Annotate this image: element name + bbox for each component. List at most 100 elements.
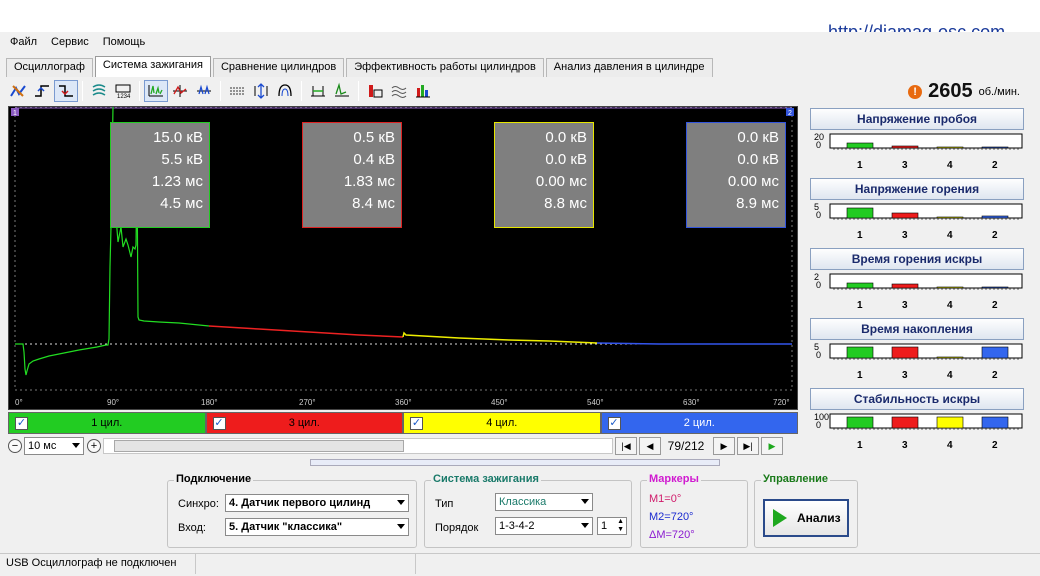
bar-chart-button[interactable] <box>411 80 435 102</box>
spark-analysis-button[interactable] <box>330 80 354 102</box>
cylinder-2-bar <box>981 286 1009 289</box>
first-page-button[interactable]: |◀ <box>615 437 637 455</box>
dwell-time-value: 8.9 мс <box>736 195 779 212</box>
cylinder-2-checkbox[interactable]: ✓ <box>607 416 621 430</box>
firing-order-button[interactable]: 1234 <box>111 80 135 102</box>
input-select[interactable]: 5. Датчик "классика" <box>225 518 409 536</box>
cylinder-2-toggle[interactable]: ✓ 2 цил. <box>600 412 798 434</box>
envelope-button[interactable] <box>273 80 297 102</box>
graph-y-min: 0 <box>816 350 821 360</box>
cylinder-3-checkbox[interactable]: ✓ <box>212 416 226 430</box>
cylinder-3-toggle[interactable]: ✓ 3 цил. <box>205 412 403 434</box>
zoom-in-button[interactable]: + <box>87 439 101 453</box>
cylinder-2-axis-label: 2 <box>992 230 998 241</box>
page-counter: 79/212 <box>667 439 705 453</box>
cylinder-1-checkbox[interactable]: ✓ <box>15 416 28 430</box>
cylinder-1-label: 1 цил. <box>91 417 123 429</box>
graph-y-min: 0 <box>816 140 821 150</box>
cylinder-1-toggle[interactable]: ✓ 1 цил. <box>8 412 206 434</box>
x-tick-270: 270° <box>299 398 316 407</box>
cylinder-2-values: 0.0 кВ 0.0 кВ 0.00 мс 8.9 мс <box>686 122 786 228</box>
parade-view-button[interactable] <box>144 80 168 102</box>
tab-cylinder-pressure[interactable]: Анализ давления в цилиндре <box>545 58 713 77</box>
spark-burn-time-chart: 201 3 4 2 <box>814 272 1023 311</box>
cylinder-3-axis-label: 3 <box>902 300 908 311</box>
menu-file[interactable]: Файл <box>10 36 37 52</box>
menu-service[interactable]: Сервис <box>51 36 89 52</box>
horizontal-scrollbar[interactable] <box>103 438 613 454</box>
cylinder-4-bar <box>936 356 964 359</box>
order-label: Порядок <box>435 522 479 534</box>
spark-analysis-icon <box>335 82 349 97</box>
cylinder-2-axis-label: 2 <box>992 160 998 171</box>
ignition-group: Система зажигания Тип Классика Порядок 1… <box>424 473 632 548</box>
connection-status: USB Осциллограф не подключен <box>0 554 196 574</box>
analyze-label: Анализ <box>797 511 841 525</box>
sync-select[interactable]: 4. Датчик первого цилинд <box>225 494 409 512</box>
cylinder-2-bar <box>981 416 1009 429</box>
falling-edge-button[interactable] <box>54 80 78 102</box>
breakdown-voltage-button[interactable]: Напряжение пробоя <box>810 108 1024 130</box>
cylinder-1-axis-label: 1 <box>857 160 863 171</box>
oscilloscope-display[interactable]: 1 2 0° 90° 180° 270° 360° 450° 540° 630°… <box>8 106 798 410</box>
cylinder-4-axis-label: 4 <box>947 230 953 241</box>
spark-burn-time-button[interactable]: Время горения искры <box>810 248 1024 270</box>
report-button[interactable] <box>363 80 387 102</box>
cylinder-4-checkbox[interactable]: ✓ <box>410 416 423 430</box>
scrollbar-thumb[interactable] <box>114 440 404 452</box>
spark-stability-button[interactable]: Стабильность искры <box>810 388 1024 410</box>
spinner-arrows-icon[interactable]: ▲ ▼ <box>617 518 624 534</box>
wave-filter-icon <box>391 86 407 98</box>
firing-order-select[interactable]: 1-3-4-2 <box>495 517 593 535</box>
dwell-time-value: 8.8 мс <box>544 195 587 212</box>
vertical-scale-button[interactable] <box>249 80 273 102</box>
tab-cylinder-comparison[interactable]: Сравнение цилиндров <box>212 58 345 77</box>
timebase-select[interactable]: 10 мс <box>24 437 84 455</box>
stacked-view-button[interactable] <box>192 80 216 102</box>
horizontal-lines-button[interactable] <box>225 80 249 102</box>
cylinder-4-axis-label: 4 <box>947 370 953 381</box>
dwell-time-button[interactable]: Время накопления <box>810 318 1024 340</box>
order-spinner[interactable]: 1 ▲ ▼ <box>597 517 627 535</box>
menu-help[interactable]: Помощь <box>103 36 146 52</box>
probe-tool-button[interactable] <box>6 80 30 102</box>
toolbar-separator <box>358 81 359 101</box>
play-button[interactable]: ▶ <box>761 437 783 455</box>
breakdown-voltage-value: 0.0 кВ <box>545 129 587 146</box>
burn-voltage-button[interactable]: Напряжение горения <box>810 178 1024 200</box>
marker-m2-readout: M2=720° <box>649 511 694 523</box>
parade-view-icon <box>148 85 163 97</box>
tab-oscilloscope[interactable]: Осциллограф <box>6 58 93 77</box>
cylinder-3-bar <box>891 212 919 219</box>
cylinder-2-axis-label: 2 <box>992 440 998 451</box>
prev-page-button[interactable]: ◀ <box>639 437 661 455</box>
breakdown-voltage-value: 0.5 кВ <box>353 129 395 146</box>
burn-time-value: 1.83 мс <box>343 173 395 190</box>
overlay-view-button[interactable] <box>168 80 192 102</box>
wave-filter-button[interactable] <box>387 80 411 102</box>
cylinder-2-bar <box>981 215 1009 219</box>
cursor-measure-button[interactable] <box>306 80 330 102</box>
control-group: Управление Анализ <box>754 473 858 548</box>
tab-ignition-system[interactable]: Система зажигания <box>94 56 211 77</box>
cursor-measure-icon <box>311 86 325 97</box>
bar-chart-icon <box>416 85 430 98</box>
tab-cylinder-efficiency[interactable]: Эффективность работы цилиндров <box>346 58 544 77</box>
panel-splitter[interactable] <box>310 459 720 466</box>
last-page-button[interactable]: ▶| <box>737 437 759 455</box>
breakdown-voltage-chart: 2001 3 4 2 <box>814 132 1023 171</box>
input-label: Вход: <box>178 522 206 534</box>
sync-value: 4. Датчик первого цилинд <box>229 497 371 509</box>
sync-label: Синхро: <box>178 498 219 510</box>
overlay-view-icon <box>173 85 187 97</box>
coil-button[interactable] <box>87 80 111 102</box>
control-title: Управление <box>761 473 831 485</box>
next-page-button[interactable]: ▶ <box>713 437 735 455</box>
zoom-out-button[interactable]: − <box>8 439 22 453</box>
analyze-button[interactable]: Анализ <box>763 499 849 537</box>
chevron-down-icon <box>397 524 405 529</box>
rising-edge-button[interactable] <box>30 80 54 102</box>
burn-voltage-value: 0.4 кВ <box>353 151 395 168</box>
ignition-type-select[interactable]: Классика <box>495 493 593 511</box>
cylinder-4-toggle[interactable]: ✓ 4 цил. <box>403 412 601 434</box>
